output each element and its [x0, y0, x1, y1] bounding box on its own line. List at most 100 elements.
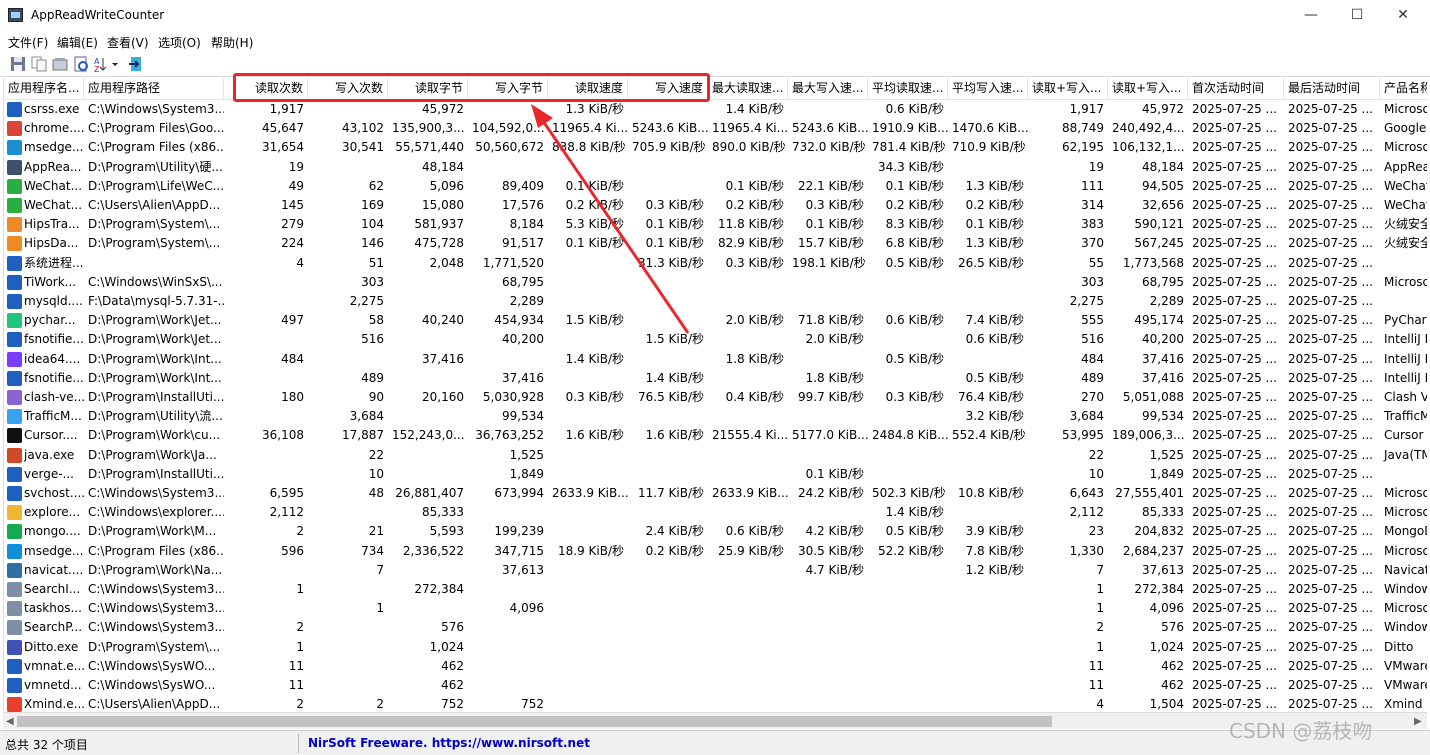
html-report-icon[interactable] — [73, 56, 89, 72]
cell-read-bytes: 85,333 — [422, 505, 464, 520]
menu-view[interactable]: 查看(V) — [107, 34, 149, 51]
cell-app-path: C:\Windows\System3... — [88, 582, 224, 596]
table-row[interactable]: verge-... D:\Program\InstallUti... 10 1,849… — [4, 465, 1427, 484]
table-row[interactable]: pychar... D:\Program\Work\Jet... 497 58 40,2… — [4, 311, 1427, 330]
table-row[interactable]: WeChat... C:\Users\Alien\AppD... 145 169 15,… — [4, 196, 1427, 215]
cell-avg-read-speed — [868, 580, 948, 599]
cell-product-name: Navicat — [1384, 562, 1427, 577]
table-row[interactable]: WeChat... D:\Program\Life\WeC... 49 62 5,096… — [4, 177, 1427, 196]
sort-icon[interactable]: AZ — [94, 56, 120, 72]
table-row[interactable]: mongo.... D:\Program\Work\M... 2 21 5,593 199… — [4, 522, 1427, 541]
cell-write-bytes: 673,994 — [494, 486, 544, 500]
cell-read-write-bytes: 27,555,401 — [1115, 486, 1184, 500]
table-row[interactable]: mysqld.... F:\Data\mysql-5.7.31-... 2,275 2… — [4, 292, 1427, 311]
cell-write-bytes: 1,525 — [509, 447, 544, 462]
cell-product-name: Cursor — [1384, 428, 1424, 443]
cell-read-bytes: 55,571,440 — [395, 140, 464, 155]
maximize-button[interactable]: ☐ — [1334, 0, 1380, 31]
cell-read-speed — [548, 465, 628, 484]
column-header-read-write-bytes[interactable]: 读取+写入... — [1108, 78, 1188, 100]
table-row[interactable]: java.exe D:\Program\Work\Ja... 22 1,525 22 1,… — [4, 446, 1427, 465]
process-icon — [7, 678, 22, 693]
cell-read-speed — [548, 292, 628, 311]
table-row[interactable]: HipsTra... D:\Program\System\... 279 104 581… — [4, 215, 1427, 234]
table-row[interactable]: AppRea... D:\Program\Utility\硬... 19 48,184… — [4, 158, 1427, 177]
column-header-app-name[interactable]: 应用程序名... — [4, 78, 84, 100]
process-icon — [7, 351, 22, 367]
window-title: AppReadWriteCounter — [31, 8, 165, 22]
table-row[interactable]: Ditto.exe D:\Program\System\... 1 1,024 1 1,0… — [4, 638, 1427, 657]
cell-read-write-bytes: 5,051,088 — [1122, 390, 1184, 404]
cell-read-bytes: 20,160 — [422, 390, 464, 404]
table-row[interactable]: msedge.... C:\Program Files (x86... 31,654… — [4, 138, 1427, 157]
cell-avg-write-speed: 7.8 KiB/秒 — [965, 543, 1024, 558]
cell-max-read-speed — [708, 330, 788, 349]
cell-read-bytes: 581,937 — [414, 217, 464, 232]
cell-write-count: 51 — [368, 255, 384, 270]
table-row[interactable]: taskhos... C:\Windows\System3... 1 4,096 1 4,… — [4, 599, 1427, 618]
column-header-app-path[interactable]: 应用程序路径 — [84, 78, 224, 100]
table-row[interactable]: idea64.... D:\Program\Work\Int... 484 37,41… — [4, 350, 1427, 369]
cell-write-count: 43,102 — [342, 121, 384, 136]
scroll-right-icon[interactable]: ▶ — [1414, 716, 1422, 727]
properties-icon[interactable] — [52, 56, 68, 72]
column-header-last-activity[interactable]: 最后活动时间 — [1284, 78, 1380, 100]
column-header-max-write-speed[interactable]: 最大写入速... — [788, 78, 868, 100]
column-header-read-write-count[interactable]: 读取+写入... — [1028, 78, 1108, 100]
cell-avg-write-speed: 3.9 KiB/秒 — [965, 524, 1024, 539]
cell-read-speed — [548, 254, 628, 273]
scroll-left-icon[interactable]: ◀ — [6, 716, 14, 727]
cell-read-count: 2 — [296, 620, 304, 635]
table-row[interactable]: msedge.... C:\Program Files (x86... 596 734… — [4, 542, 1427, 561]
cell-product-name: Google C — [1384, 121, 1427, 136]
table-row[interactable]: chrome.... C:\Program Files\Goo... 45,647 4… — [4, 119, 1427, 138]
table-row[interactable]: vmnat.e... C:\Windows\SysWO... 11 462 11 462 2… — [4, 657, 1427, 676]
table-row[interactable]: TrafficM... D:\Program\Utility\流... 3,684 9… — [4, 407, 1427, 426]
cell-app-path: D:\Program\Work\Jet... — [88, 313, 222, 328]
table-row[interactable]: fsnotifie... D:\Program\Work\Int... 489 37,… — [4, 369, 1427, 388]
table-row[interactable]: SearchI... C:\Windows\System3... 1 272,384 1… — [4, 580, 1427, 599]
cell-last-activity: 2025-07-25 ... — [1288, 466, 1373, 481]
column-header-product-name[interactable]: 产品名称 — [1380, 78, 1427, 100]
column-header-max-read-speed[interactable]: 最大读取速... — [708, 78, 788, 100]
cell-max-read-speed — [708, 292, 788, 311]
table-row[interactable]: Xmind.e... C:\Users\Alien\AppD... 2 2 752 752… — [4, 695, 1427, 712]
table-row[interactable]: fsnotifie... D:\Program\Work\Jet... 516 40,… — [4, 330, 1427, 349]
exit-icon[interactable] — [128, 56, 144, 72]
close-button[interactable]: ✕ — [1380, 0, 1426, 31]
menu-options[interactable]: 选项(O) — [158, 34, 201, 51]
column-header-avg-read-speed[interactable]: 平均读取速... — [868, 78, 948, 100]
copy-icon[interactable] — [31, 56, 47, 72]
table-row[interactable]: 系统进程... 4 51 2,048 1,771,520 31.3 KiB/秒 0.3 Ki… — [4, 254, 1427, 273]
menu-file[interactable]: 文件(F) — [8, 34, 48, 51]
table-row[interactable]: svchost.... C:\Windows\System3... 6,595 48 2… — [4, 484, 1427, 503]
cell-read-count: 2 — [296, 697, 304, 712]
annotation-highlight-box — [233, 73, 710, 102]
table-row[interactable]: navicat.... D:\Program\Work\Na... 7 37,613 4… — [4, 561, 1427, 580]
table-row[interactable]: Cursor.... D:\Program\Work\cu... 36,108 17,… — [4, 426, 1427, 445]
table-row[interactable]: HipsDa... D:\Program\System\... 224 146 475,… — [4, 234, 1427, 253]
table-row[interactable]: clash-ve... D:\Program\InstallUti... 180 90… — [4, 388, 1427, 407]
column-header-first-activity[interactable]: 首次活动时间 — [1188, 78, 1284, 100]
table-row[interactable]: vmnetd... C:\Windows\SysWO... 11 462 11 462 20… — [4, 676, 1427, 695]
table-row[interactable]: explore... C:\Windows\explorer.... 2,112 85… — [4, 503, 1427, 522]
cell-write-speed: 0.3 KiB/秒 — [645, 198, 704, 212]
scrollbar-thumb[interactable] — [17, 716, 1052, 727]
cell-read-count: 11 — [288, 678, 304, 692]
nirsoft-link[interactable]: NirSoft Freeware. https://www.nirsoft.ne… — [308, 736, 590, 750]
menu-help[interactable]: 帮助(H) — [211, 34, 253, 51]
cell-product-name: Microsoft — [1384, 486, 1427, 500]
table-row[interactable]: SearchP... C:\Windows\System3... 2 576 2 576 2… — [4, 618, 1427, 637]
minimize-button[interactable]: — — [1288, 0, 1334, 31]
cell-avg-write-speed: 0.2 KiB/秒 — [965, 198, 1024, 212]
column-header-avg-write-speed[interactable]: 平均写入速... — [948, 78, 1028, 100]
save-icon[interactable] — [10, 56, 26, 72]
cell-product-name: TrafficM — [1384, 409, 1427, 424]
menu-edit[interactable]: 编辑(E) — [57, 34, 98, 51]
table-row[interactable]: TiWork... C:\Windows\WinSxS\... 303 68,795 3… — [4, 273, 1427, 292]
cell-write-bytes: 4,096 — [509, 601, 544, 616]
cell-product-name — [1380, 292, 1427, 311]
table-row[interactable]: csrss.exe C:\Windows\System3... 1,917 45,97… — [4, 100, 1427, 119]
cell-product-name: Clash Ve — [1384, 390, 1427, 404]
horizontal-scrollbar[interactable]: ◀ ▶ — [3, 712, 1427, 729]
